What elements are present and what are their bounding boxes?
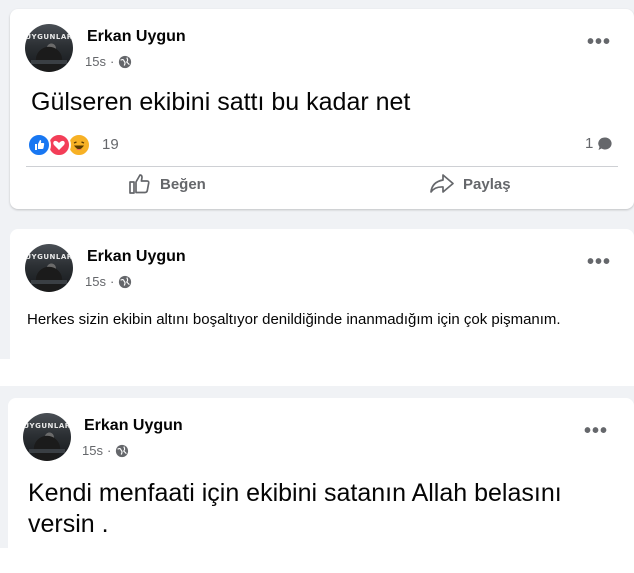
post-meta: 15s · [82,443,129,458]
post-text: Kendi menfaati için ekibini satanın Alla… [28,479,562,538]
more-options-icon[interactable]: ••• [587,252,611,272]
like-label: Beğen [160,175,206,193]
share-label: Paylaş [463,175,511,193]
post-time[interactable]: 15s [85,54,106,69]
comment-count[interactable]: 1 [585,135,613,152]
more-options-icon[interactable]: ••• [587,32,611,52]
share-button[interactable]: Paylaş [429,173,511,195]
author-name[interactable]: Erkan Uygun [84,417,183,435]
post-text: Herkes sizin ekibin altını boşaltıyor de… [27,311,561,328]
post-meta: 15s · [85,274,132,289]
avatar-text: UYGUNLAR [25,33,73,41]
post-card: UYGUNLAR Erkan Uygun 15s · ••• Herkes si… [10,229,634,359]
author-name[interactable]: Erkan Uygun [87,28,186,46]
post-card: UYGUNLAR Erkan Uygun 15s · ••• Gülseren … [10,9,634,209]
more-options-icon[interactable]: ••• [584,421,608,441]
reaction-count[interactable]: 19 [102,136,119,153]
post-card: UYGUNLAR Erkan Uygun 15s · ••• Kendi men… [8,398,634,548]
avatar-text: UYGUNLAR [25,253,73,261]
avatar-text: UYGUNLAR [23,422,71,430]
post-text: Gülseren ekibini sattı bu kadar net [31,88,411,116]
avatar[interactable]: UYGUNLAR [23,413,71,461]
post-time[interactable]: 15s [82,443,103,458]
globe-icon [116,444,129,457]
thumbs-up-icon [129,174,150,194]
author-name[interactable]: Erkan Uygun [87,248,186,266]
separator [0,359,634,386]
like-reaction-icon [27,133,51,157]
share-icon [430,174,454,193]
avatar[interactable]: UYGUNLAR [25,244,73,292]
post-meta: 15s · [85,54,132,69]
comment-icon [598,136,612,150]
post-time[interactable]: 15s [85,274,106,289]
reactions[interactable] [27,133,91,157]
divider [26,166,618,167]
like-button[interactable]: Beğen [128,173,206,195]
globe-icon [119,275,132,288]
globe-icon [119,55,132,68]
avatar[interactable]: UYGUNLAR [25,24,73,72]
footer-area [0,548,634,573]
